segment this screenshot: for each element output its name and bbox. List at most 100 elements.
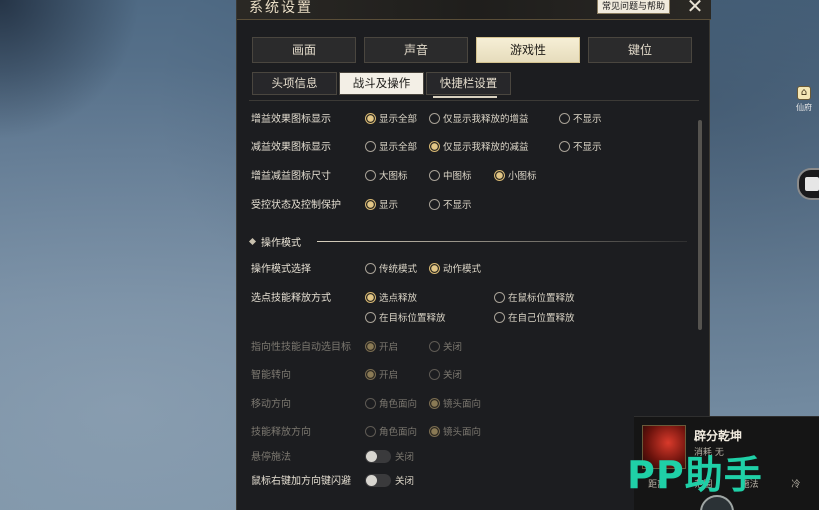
setting-row-control-status: 受控状态及控制保护 显示 不显示 bbox=[251, 196, 691, 212]
dodge-toggle[interactable] bbox=[365, 474, 391, 487]
radio-option[interactable]: 关闭 bbox=[429, 366, 462, 382]
subtab-combat[interactable]: 战斗及操作 bbox=[339, 72, 424, 95]
radio-option[interactable]: 小图标 bbox=[494, 167, 537, 183]
radio-icon bbox=[494, 291, 505, 303]
radio-option[interactable]: 不显示 bbox=[559, 110, 602, 126]
radio-icon bbox=[365, 425, 376, 437]
radio-option[interactable]: 动作模式 bbox=[429, 260, 481, 276]
radio-option[interactable]: 不显示 bbox=[559, 138, 602, 154]
setting-label: 减益效果图标显示 bbox=[251, 142, 331, 153]
radio-option[interactable]: 在鼠标位置释放 bbox=[494, 289, 575, 305]
house-icon: ⌂ bbox=[797, 86, 811, 100]
setting-label: 操作模式选择 bbox=[251, 264, 311, 275]
radio-option[interactable]: 显示 bbox=[365, 196, 398, 212]
radio-selected-icon bbox=[365, 340, 376, 352]
divider bbox=[249, 100, 699, 101]
book-icon bbox=[805, 177, 819, 191]
toggle-knob bbox=[366, 451, 377, 462]
setting-row-move-direction: 移动方向 角色面向 镜头面向 bbox=[251, 395, 691, 411]
radio-icon bbox=[365, 169, 376, 181]
setting-row-right-click-dodge: 鼠标右键加方向键闪避 关闭 bbox=[251, 472, 691, 488]
radio-option[interactable]: 不显示 bbox=[429, 196, 472, 212]
watermark-logo: PP助手 bbox=[627, 453, 763, 497]
radio-icon bbox=[559, 112, 570, 124]
xianfu-button[interactable]: ⌂ 仙府 bbox=[790, 86, 818, 113]
setting-label: 增益减益图标尺寸 bbox=[251, 171, 331, 182]
background-shadow bbox=[0, 0, 140, 140]
diamond-icon bbox=[248, 237, 257, 246]
radio-option[interactable]: 仅显示我释放的增益 bbox=[429, 110, 529, 126]
radio-icon bbox=[365, 397, 376, 409]
radio-icon bbox=[429, 169, 440, 181]
toggle-state: 关闭 bbox=[395, 476, 415, 487]
title-bar: 系统设置 常见问题与帮助 ✕ bbox=[237, 0, 711, 20]
subtab-hotbar[interactable]: 快捷栏设置 bbox=[426, 72, 511, 95]
radio-option[interactable]: 传统模式 bbox=[365, 260, 417, 276]
setting-row-debuff-display: 减益效果图标显示 显示全部 仅显示我释放的减益 不显示 bbox=[251, 138, 691, 154]
radio-option[interactable]: 中图标 bbox=[429, 167, 472, 183]
scrollbar[interactable] bbox=[698, 120, 702, 330]
radio-option[interactable]: 显示全部 bbox=[365, 138, 417, 154]
setting-label: 选点技能释放方式 bbox=[251, 293, 331, 304]
setting-label: 受控状态及控制保护 bbox=[251, 200, 341, 211]
setting-row-mode: 操作模式选择 传统模式 动作模式 bbox=[251, 260, 691, 276]
setting-row-hover-cast: 悬停施法 关闭 bbox=[251, 448, 691, 464]
setting-row-icon-size: 增益减益图标尺寸 大图标 中图标 小图标 bbox=[251, 167, 691, 183]
toggle-knob bbox=[366, 475, 377, 486]
hover-cast-toggle[interactable] bbox=[365, 450, 391, 463]
radio-option[interactable]: 仅显示我释放的减益 bbox=[429, 138, 529, 154]
radio-icon bbox=[429, 368, 440, 380]
radio-option[interactable]: 在自己位置释放 bbox=[494, 309, 575, 325]
subtab-underline bbox=[433, 96, 497, 98]
setting-row-smart-turn: 智能转向 开启 关闭 bbox=[251, 366, 691, 382]
book-button[interactable] bbox=[797, 168, 819, 200]
radio-selected-icon bbox=[494, 169, 505, 181]
tab-gameplay[interactable]: 游戏性 bbox=[476, 37, 580, 63]
radio-icon bbox=[559, 140, 570, 152]
subtab-head-info[interactable]: 头项信息 bbox=[252, 72, 337, 95]
radio-icon bbox=[429, 340, 440, 352]
section-line bbox=[317, 241, 687, 242]
radio-selected-icon bbox=[429, 425, 440, 437]
radio-option[interactable]: 选点释放 bbox=[365, 289, 417, 305]
setting-row-auto-target: 指向性技能自动选目标 开启 关闭 bbox=[251, 338, 691, 354]
window-title: 系统设置 bbox=[249, 0, 313, 16]
help-button[interactable]: 常见问题与帮助 bbox=[597, 0, 671, 14]
setting-label: 悬停施法 bbox=[251, 452, 291, 463]
radio-option[interactable]: 镜头面向 bbox=[429, 395, 481, 411]
radio-selected-icon bbox=[365, 368, 376, 380]
tab-graphics[interactable]: 画面 bbox=[252, 37, 356, 63]
radio-selected-icon bbox=[429, 262, 440, 274]
sub-tabs: 头项信息 战斗及操作 快捷栏设置 bbox=[252, 72, 511, 95]
radio-option[interactable]: 开启 bbox=[365, 338, 398, 354]
setting-label: 技能释放方向 bbox=[251, 427, 311, 438]
section-header: 操作模式 bbox=[248, 235, 699, 249]
setting-row-buff-display: 增益效果图标显示 显示全部 仅显示我释放的增益 不显示 bbox=[251, 110, 691, 126]
radio-option[interactable]: 大图标 bbox=[365, 167, 408, 183]
radio-option[interactable]: 角色面向 bbox=[365, 423, 417, 439]
close-icon[interactable]: ✕ bbox=[685, 0, 705, 16]
radio-selected-icon bbox=[429, 140, 440, 152]
radio-selected-icon bbox=[365, 198, 376, 210]
radio-icon bbox=[365, 311, 376, 323]
radio-icon bbox=[365, 262, 376, 274]
skill-meta-cooldown: 冷 bbox=[791, 480, 801, 490]
radio-selected-icon bbox=[365, 112, 376, 124]
tab-keybinds[interactable]: 键位 bbox=[588, 37, 692, 63]
setting-label: 鼠标右键加方向键闪避 bbox=[251, 476, 351, 487]
radio-option[interactable]: 镜头面向 bbox=[429, 423, 481, 439]
radio-option[interactable]: 关闭 bbox=[429, 338, 462, 354]
radio-option[interactable]: 角色面向 bbox=[365, 395, 417, 411]
radio-selected-icon bbox=[429, 397, 440, 409]
radio-icon bbox=[429, 112, 440, 124]
setting-label: 移动方向 bbox=[251, 399, 291, 410]
radio-option[interactable]: 在目标位置释放 bbox=[365, 309, 446, 325]
main-tabs: 画面 声音 游戏性 键位 bbox=[252, 37, 692, 63]
radio-option[interactable]: 开启 bbox=[365, 366, 398, 382]
radio-icon bbox=[365, 140, 376, 152]
radio-option[interactable]: 显示全部 bbox=[365, 110, 417, 126]
toggle-state: 关闭 bbox=[395, 452, 415, 463]
tab-sound[interactable]: 声音 bbox=[364, 37, 468, 63]
setting-row-skill-direction: 技能释放方向 角色面向 镜头面向 bbox=[251, 423, 691, 439]
setting-label: 增益效果图标显示 bbox=[251, 114, 331, 125]
